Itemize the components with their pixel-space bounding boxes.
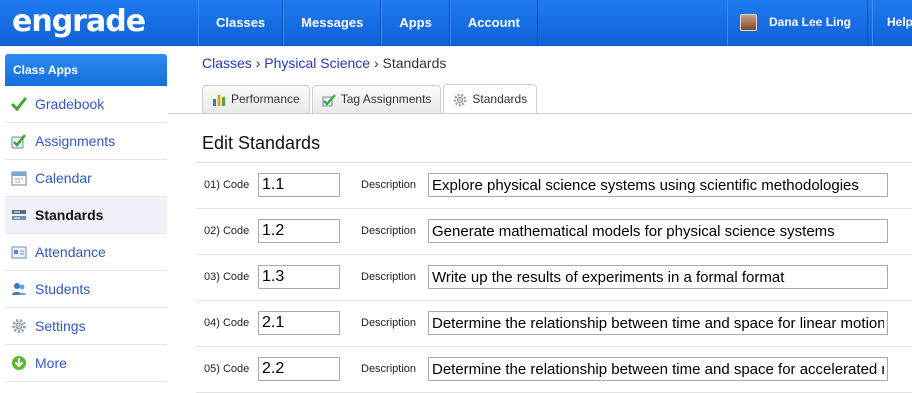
attendance-icon xyxy=(11,244,27,260)
description-label: Description xyxy=(361,225,417,237)
tab-label: Standards xyxy=(472,92,528,106)
sidebar-item-label: Students xyxy=(35,281,91,297)
standards-list: 01) Code Description 02) Code Descriptio… xyxy=(196,163,912,393)
nav-apps[interactable]: Apps xyxy=(381,0,450,45)
description-label: Description xyxy=(361,363,417,375)
standard-row: 04) Code Description xyxy=(196,301,912,347)
tab-label: Performance xyxy=(231,92,300,106)
description-field[interactable] xyxy=(428,219,888,243)
sidebar-item-label: Calendar xyxy=(35,170,92,186)
nav-messages[interactable]: Messages xyxy=(283,0,382,45)
breadcrumb-separator: › xyxy=(255,55,261,71)
standard-row: 01) Code Description xyxy=(196,163,912,209)
help-link[interactable]: Help xyxy=(872,0,912,45)
arrow-down-icon xyxy=(11,355,27,371)
tab-label: Tag Assignments xyxy=(340,92,432,106)
bar-chart-icon xyxy=(212,93,226,107)
sidebar-item-assignments[interactable]: Assignments xyxy=(5,123,167,160)
sidebar-item-calendar[interactable]: Calendar xyxy=(5,160,167,197)
sidebar-item-gradebook[interactable]: Gradebook xyxy=(5,86,167,123)
row-number: 04) xyxy=(204,317,220,329)
description-label: Description xyxy=(361,179,417,191)
breadcrumb-course[interactable]: Physical Science xyxy=(264,55,370,71)
standard-row: 05) Code Description xyxy=(196,347,912,393)
avatar xyxy=(740,14,757,31)
checkmark-icon xyxy=(11,96,27,112)
code-label: 04) Code xyxy=(204,317,249,329)
sidebar-item-students[interactable]: Students xyxy=(5,271,167,308)
sidebar-item-label: Settings xyxy=(35,318,86,334)
tag-icon xyxy=(322,93,336,107)
tab-bar: Performance Tag Assignments Standards xyxy=(202,84,539,114)
sidebar-item-label: Gradebook xyxy=(35,96,105,112)
standard-row: 02) Code Description xyxy=(196,209,912,255)
students-icon xyxy=(11,281,27,297)
nav-classes[interactable]: Classes xyxy=(198,0,284,45)
breadcrumb-separator: › xyxy=(373,55,379,71)
gear-icon xyxy=(453,93,467,107)
page-title: Edit Standards xyxy=(202,133,321,153)
user-name: Dana Lee Ling xyxy=(769,15,852,29)
description-field[interactable] xyxy=(428,265,888,289)
code-label-text: Code xyxy=(222,363,250,375)
sidebar-header: Class Apps xyxy=(5,54,167,86)
code-label-text: Code xyxy=(222,179,250,191)
code-label: 03) Code xyxy=(204,271,249,283)
assignments-icon xyxy=(11,133,27,149)
code-label-text: Code xyxy=(222,271,250,283)
description-label: Description xyxy=(361,271,417,283)
code-label: 01) Code xyxy=(204,179,249,191)
breadcrumb-current: Standards xyxy=(382,55,447,71)
sidebar-item-label: Attendance xyxy=(35,244,106,260)
breadcrumb: Classes › Physical Science › Standards xyxy=(202,55,446,71)
sidebar: Class Apps Gradebook Assignments Calenda… xyxy=(5,54,167,382)
sidebar-item-attendance[interactable]: Attendance xyxy=(5,234,167,271)
standard-row: 03) Code Description xyxy=(196,255,912,301)
sidebar-item-label: More xyxy=(35,355,67,371)
breadcrumb-classes[interactable]: Classes xyxy=(202,55,252,71)
sidebar-item-more[interactable]: More xyxy=(5,345,167,382)
code-field[interactable] xyxy=(258,219,340,243)
description-label: Description xyxy=(361,317,417,329)
row-number: 03) xyxy=(204,271,220,283)
row-number: 01) xyxy=(204,179,220,191)
sidebar-item-label: Assignments xyxy=(35,133,116,149)
code-field[interactable] xyxy=(258,173,340,197)
standards-icon xyxy=(11,207,27,223)
sidebar-item-settings[interactable]: Settings xyxy=(5,308,167,345)
main-nav: Classes Messages Apps Account xyxy=(198,0,538,45)
tab-standards[interactable]: Standards xyxy=(443,84,538,114)
user-menu[interactable]: Dana Lee Ling xyxy=(727,0,869,45)
calendar-icon xyxy=(11,170,27,186)
code-label: 05) Code xyxy=(204,363,249,375)
tab-performance[interactable]: Performance xyxy=(202,85,310,113)
sidebar-item-standards[interactable]: Standards xyxy=(5,197,167,234)
code-field[interactable] xyxy=(258,357,340,381)
description-field[interactable] xyxy=(428,311,888,335)
top-navigation-bar: engrade Classes Messages Apps Account Da… xyxy=(0,0,912,46)
code-field[interactable] xyxy=(258,265,340,289)
description-field[interactable] xyxy=(428,173,888,197)
engrade-logo[interactable]: engrade xyxy=(12,2,146,42)
gear-icon xyxy=(11,318,27,334)
tab-tag-assignments[interactable]: Tag Assignments xyxy=(311,85,442,113)
description-field[interactable] xyxy=(428,357,888,381)
row-number: 05) xyxy=(204,363,220,375)
sidebar-item-label: Standards xyxy=(35,207,104,223)
code-label: 02) Code xyxy=(204,225,249,237)
code-field[interactable] xyxy=(258,311,340,335)
nav-account[interactable]: Account xyxy=(449,0,538,45)
tab-divider xyxy=(168,113,912,114)
row-number: 02) xyxy=(204,225,220,237)
code-label-text: Code xyxy=(222,225,250,237)
code-label-text: Code xyxy=(222,317,250,329)
